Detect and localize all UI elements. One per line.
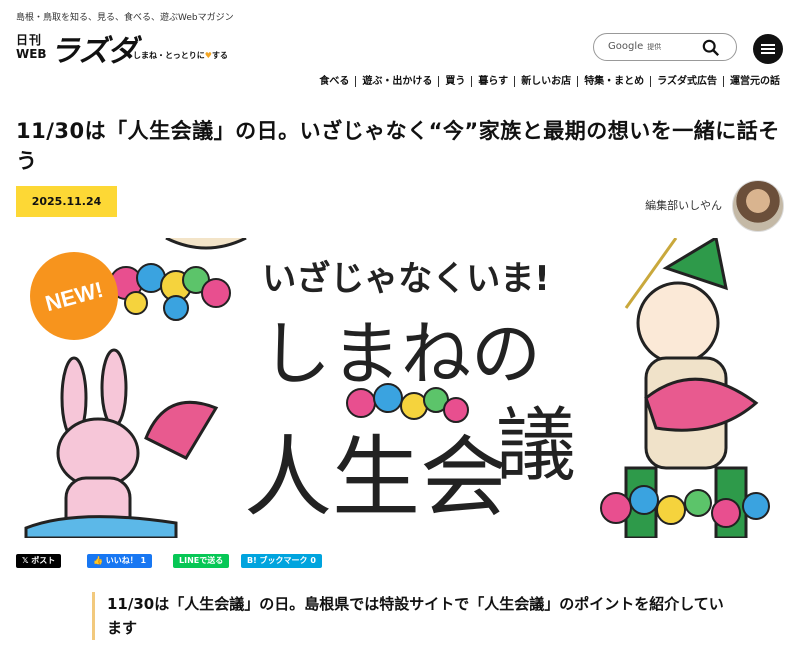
nav-item-play[interactable]: 遊ぶ・出かける <box>355 76 438 87</box>
share-x-button[interactable]: 𝕏 ポスト <box>16 554 62 568</box>
nav-item-eat[interactable]: 食べる <box>313 76 355 87</box>
hamburger-menu-icon[interactable] <box>753 34 783 64</box>
nav-item-buy[interactable]: 買う <box>438 76 471 87</box>
search-icon[interactable] <box>702 39 720 57</box>
author-name[interactable]: 編集部いしやん <box>645 197 722 213</box>
article-date: 2025.11.24 <box>16 186 117 217</box>
logo-subtitle: しまね・とっとりに♥する <box>133 51 228 60</box>
nav-item-features[interactable]: 特集・まとめ <box>577 76 650 87</box>
hero-headline-big-3: 議 <box>496 399 576 492</box>
article-title: 11/30は「人生会議」の日。いざじゃなく“今”家族と最期の想いを一緒に話そう <box>16 119 780 173</box>
nav-item-new-shops[interactable]: 新しいお店 <box>514 76 577 87</box>
author-avatar[interactable] <box>732 180 784 232</box>
hero-headline-small: いざじゃなくいま! <box>262 259 550 299</box>
hero-image: NEW! いざじゃなくいま! しまねの 人生会 議 <box>16 238 785 538</box>
facebook-like-button[interactable]: 👍 いいね！ 1 <box>87 554 153 568</box>
hero-headline-big-1: しまねの <box>261 313 541 395</box>
site-tagline: 島根・鳥取を知る、見る、食べる、遊ぶWebマガジン <box>16 13 234 23</box>
main-nav: 食べる 遊ぶ・出かける 買う 暮らす 新しいお店 特集・まとめ ラズダ式広告 運… <box>313 76 786 87</box>
nav-item-ads[interactable]: ラズダ式広告 <box>650 76 723 87</box>
logo-web: WEB <box>16 47 47 61</box>
site-logo[interactable]: 日刊 WEB ラズダ しまね・とっとりに♥する <box>16 30 228 69</box>
logo-nikkan: 日刊 <box>16 33 43 47</box>
line-share-button[interactable]: LINEで送る <box>173 554 230 568</box>
nav-item-live[interactable]: 暮らす <box>471 76 514 87</box>
article-lead: 11/30は「人生会議」の日。島根県では特設サイトで「人生会議」のポイントを紹介… <box>92 592 732 640</box>
heart-icon: ♥ <box>204 51 212 60</box>
nav-item-about[interactable]: 運営元の話 <box>723 76 786 87</box>
logo-name: ラズダ <box>50 34 137 69</box>
hatena-bookmark-button[interactable]: B! ブックマーク 0 <box>241 554 322 568</box>
hero-headline-big-2: 人生会 <box>244 426 508 529</box>
search-box[interactable]: Google 提供 <box>593 33 737 61</box>
google-search-label: Google 提供 <box>608 41 662 52</box>
